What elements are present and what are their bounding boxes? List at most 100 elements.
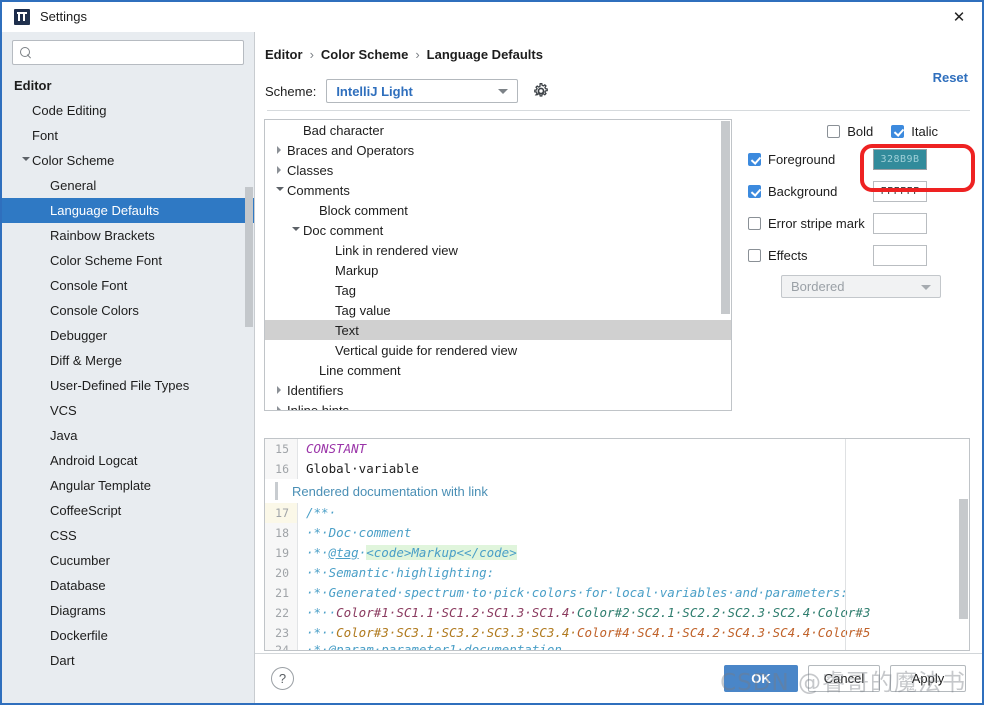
sidebar-item-angular-template[interactable]: Angular Template: [2, 473, 254, 498]
sidebar-item-dart[interactable]: Dart: [2, 648, 254, 673]
preview-code-text: ·*·Semantic·highlighting:: [298, 563, 494, 583]
background-color-field[interactable]: FFFFFF: [873, 180, 927, 202]
error-stripe-mark-color-field[interactable]: [873, 212, 927, 234]
attribute-item-doc-comment[interactable]: Doc comment: [265, 220, 731, 240]
sidebar-item-android-logcat[interactable]: Android Logcat: [2, 448, 254, 473]
sidebar-item-font[interactable]: Font: [2, 123, 254, 148]
color-attribute-list[interactable]: Bad character Braces and Operators Classes…: [264, 119, 732, 411]
attribute-item-label: Inline hints: [287, 402, 350, 411]
preview-code-text: ·*·Generated·spectrum·to·pick·colors·for…: [298, 583, 848, 603]
attribute-item-label: Tag: [335, 282, 356, 298]
scheme-label: Scheme:: [265, 83, 317, 99]
attribute-item-vertical-guide-for-rendered-view[interactable]: Vertical guide for rendered view: [265, 340, 731, 360]
breadcrumb-item[interactable]: Language Defaults: [427, 47, 543, 62]
settings-category-tree[interactable]: Editor Code Editing Font Color Scheme Genera…: [2, 71, 254, 703]
color-preview-editor[interactable]: 15 CONSTANT 16 Global·variable Rendered docu…: [264, 438, 970, 651]
sidebar-item-diff-merge[interactable]: Diff & Merge: [2, 348, 254, 373]
sidebar-item-css[interactable]: CSS: [2, 523, 254, 548]
background-label: Background: [768, 183, 838, 199]
attribute-item-markup[interactable]: Markup: [265, 260, 731, 280]
preview-code-text: ·*··Color#1·SC1.1·SC1.2·SC1.3·SC1.4·Colo…: [298, 603, 870, 623]
attribute-item-tag-value[interactable]: Tag value: [265, 300, 731, 320]
attribute-item-text[interactable]: Text: [265, 320, 731, 340]
sidebar-item-label: General: [50, 178, 97, 193]
sidebar-item-label: Diff & Merge: [50, 353, 123, 368]
attribute-item-tag[interactable]: Tag: [265, 280, 731, 300]
search-box[interactable]: [12, 40, 244, 65]
breadcrumb-item[interactable]: Editor: [265, 47, 303, 62]
cancel-button[interactable]: Cancel: [808, 665, 880, 692]
sidebar-item-label: CoffeeScript: [50, 503, 122, 518]
effects-color-field[interactable]: [873, 244, 927, 266]
attribute-item-braces-and-operators[interactable]: Braces and Operators: [265, 140, 731, 160]
attribute-item-label: Braces and Operators: [287, 142, 415, 158]
foreground-color-field[interactable]: 328B9B: [873, 148, 927, 170]
sidebar-item-vcs[interactable]: VCS: [2, 398, 254, 423]
bold-checkbox[interactable]: [827, 124, 841, 138]
italic-checkbox[interactable]: [891, 124, 905, 138]
sidebar-item-rainbow-brackets[interactable]: Rainbow Brackets: [2, 223, 254, 248]
attribute-item-classes[interactable]: Classes: [265, 160, 731, 180]
sidebar-item-dockerfile[interactable]: Dockerfile: [2, 623, 254, 648]
breadcrumb-item[interactable]: Color Scheme: [321, 47, 408, 62]
preview-code-line: 22 ·*··Color#1·SC1.1·SC1.2·SC1.3·SC1.4·Co…: [265, 603, 969, 623]
code-token: ·*·Semantic·highlighting:: [306, 565, 495, 580]
scheme-select[interactable]: IntelliJ Light: [326, 79, 519, 103]
attribute-item-block-comment[interactable]: Block comment: [265, 200, 731, 220]
sidebar-item-console-font[interactable]: Console Font: [2, 273, 254, 298]
sidebar-item-diagrams[interactable]: Diagrams: [2, 598, 254, 623]
sidebar-item-label: Angular Template: [50, 478, 151, 493]
attribute-item-link-in-rendered-view[interactable]: Link in rendered view: [265, 240, 731, 260]
foreground-checkbox[interactable]: [748, 152, 761, 166]
attribute-list-scrollbar[interactable]: [721, 121, 730, 314]
settings-content: Editor › Color Scheme › Language Defaults Re…: [255, 32, 982, 703]
sidebar-item-general[interactable]: General: [2, 173, 254, 198]
settings-dialog: Settings ✕ Editor Code Editing Font Color S…: [0, 0, 984, 705]
reset-link[interactable]: Reset: [933, 70, 968, 85]
help-button[interactable]: ?: [271, 667, 294, 690]
effects-checkbox[interactable]: [748, 248, 761, 262]
sidebar-item-label: Rainbow Brackets: [50, 228, 155, 243]
close-icon[interactable]: ✕: [936, 2, 982, 32]
ok-button[interactable]: OK: [724, 665, 798, 692]
gear-icon[interactable]: [532, 82, 550, 100]
attribute-item-identifiers[interactable]: Identifiers: [265, 380, 731, 400]
sidebar-scrollbar[interactable]: [245, 187, 253, 327]
search-input[interactable]: [32, 44, 243, 61]
code-token: ·*·: [306, 545, 329, 560]
attribute-item-inline-hints[interactable]: Inline hints: [265, 400, 731, 411]
sidebar-item-java[interactable]: Java: [2, 423, 254, 448]
code-token: Global·variable: [306, 461, 419, 476]
sidebar-item-coffeescript[interactable]: CoffeeScript: [2, 498, 254, 523]
error-stripe-mark-checkbox[interactable]: [748, 216, 761, 230]
background-checkbox[interactable]: [748, 184, 761, 198]
sidebar-item-label: VCS: [50, 403, 77, 418]
sidebar-item-label: Color Scheme Font: [50, 253, 162, 268]
chevron-right-icon: [271, 145, 287, 154]
effect-type-select[interactable]: Bordered: [781, 275, 941, 298]
sidebar-item-color-scheme-font[interactable]: Color Scheme Font: [2, 248, 254, 273]
search-container: [2, 32, 254, 71]
code-token: @tag: [328, 545, 359, 560]
title-bar: Settings ✕: [2, 2, 982, 32]
preview-scrollbar[interactable]: [959, 499, 968, 619]
sidebar-item-console-colors[interactable]: Console Colors: [2, 298, 254, 323]
sidebar-item-color-scheme[interactable]: Color Scheme: [2, 148, 254, 173]
sidebar-item-label: Diagrams: [50, 603, 106, 618]
code-token: CONSTANT: [306, 441, 367, 456]
attribute-item-bad-character[interactable]: Bad character: [265, 120, 731, 140]
sidebar-item-user-defined-file-types[interactable]: User-Defined File Types: [2, 373, 254, 398]
attribute-item-comments[interactable]: Comments: [265, 180, 731, 200]
error-stripe-mark-label: Error stripe mark: [768, 215, 865, 231]
sidebar-item-database[interactable]: Database: [2, 573, 254, 598]
sidebar-item-label: Cucumber: [50, 553, 110, 568]
sidebar-item-language-defaults[interactable]: Language Defaults: [2, 198, 254, 223]
sidebar-item-cucumber[interactable]: Cucumber: [2, 548, 254, 573]
apply-button[interactable]: Apply: [890, 665, 966, 692]
attribute-item-line-comment[interactable]: Line comment: [265, 360, 731, 380]
sidebar-item-editor[interactable]: Editor: [2, 73, 254, 98]
sidebar-item-debugger[interactable]: Debugger: [2, 323, 254, 348]
sidebar-item-code-editing[interactable]: Code Editing: [2, 98, 254, 123]
scheme-row: Scheme: IntelliJ Light: [255, 70, 982, 106]
preview-code-text: ·*·@param·parameter1·documentation: [298, 640, 562, 650]
